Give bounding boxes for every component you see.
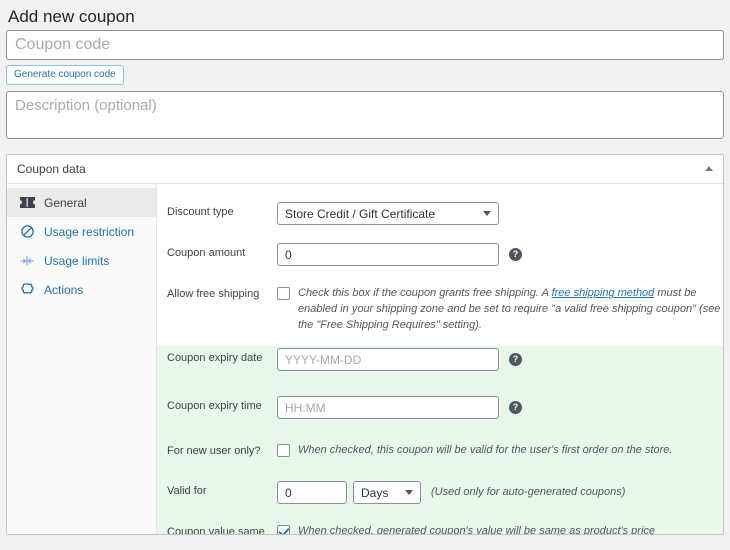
- coupon-code-input[interactable]: [6, 30, 724, 60]
- coupon-data-tabs: General Usage restriction Usage limits A…: [7, 184, 157, 534]
- coupon-expiry-date-label: Coupon expiry date: [167, 352, 263, 364]
- valid-for-hint: (Used only for auto-generated coupons): [431, 486, 626, 498]
- new-user-only-checkbox[interactable]: [277, 444, 290, 457]
- tab-usage-limits-label: Usage limits: [44, 253, 110, 268]
- coupon-expiry-date-help-icon[interactable]: ?: [509, 353, 522, 366]
- tab-usage-restriction-label: Usage restriction: [44, 224, 135, 239]
- value-same-as-price-description: When checked, generated coupon's value w…: [298, 525, 656, 534]
- new-user-only-description: When checked, this coupon will be valid …: [298, 444, 673, 456]
- coupon-expiry-time-help-icon[interactable]: ?: [509, 401, 522, 414]
- discount-type-label: Discount type: [167, 206, 234, 218]
- coupon-general-form: Discount type Store Credit / Gift Certif…: [157, 184, 723, 534]
- row-value-same-as-price: Coupon value same as product's price? Wh…: [157, 522, 723, 534]
- coupon-description-input[interactable]: [6, 91, 724, 139]
- free-shipping-method-link[interactable]: free shipping method: [552, 287, 655, 299]
- coupon-expiry-time-label: Coupon expiry time: [167, 400, 262, 412]
- allow-free-shipping-description: Check this box if the coupon grants free…: [298, 284, 723, 333]
- tab-general-label: General: [44, 195, 87, 210]
- row-discount-type: Discount type Store Credit / Gift Certif…: [157, 202, 723, 230]
- tab-actions[interactable]: Actions: [7, 275, 156, 304]
- coupon-data-panel-header: Coupon data: [7, 155, 723, 184]
- valid-for-unit-select[interactable]: Days: [353, 481, 421, 504]
- row-coupon-expiry-time: Coupon expiry time ?: [157, 396, 723, 424]
- new-user-only-label: For new user only?: [167, 445, 261, 457]
- tab-general[interactable]: General: [7, 188, 156, 217]
- coupon-header-fields: Generate coupon code: [0, 30, 730, 139]
- ticket-icon: [19, 195, 35, 211]
- coupon-amount-label: Coupon amount: [167, 247, 246, 259]
- chevron-up-icon[interactable]: [705, 166, 713, 171]
- coupon-amount-input[interactable]: [277, 243, 499, 266]
- panel-title: Coupon data: [17, 162, 86, 176]
- form-rows: Discount type Store Credit / Gift Certif…: [157, 202, 723, 534]
- row-valid-for: Valid for Days (Used only for auto-gener…: [157, 481, 723, 509]
- coupon-expiry-time-input[interactable]: [277, 396, 499, 419]
- generate-button-row: Generate coupon code: [6, 65, 724, 85]
- row-new-user-only: For new user only? When checked, this co…: [157, 441, 723, 469]
- value-same-as-price-checkbox[interactable]: [277, 525, 290, 534]
- coupon-amount-help-icon[interactable]: ?: [509, 248, 522, 261]
- gear-icon: [19, 282, 35, 298]
- generate-coupon-code-button[interactable]: Generate coupon code: [6, 65, 124, 85]
- row-coupon-expiry-date: Coupon expiry date ?: [157, 348, 723, 376]
- tab-usage-restriction[interactable]: Usage restriction: [7, 217, 156, 246]
- crosshair-icon: [19, 253, 35, 269]
- valid-for-label: Valid for: [167, 485, 207, 497]
- allow-free-shipping-label: Allow free shipping: [167, 288, 260, 300]
- free-shipping-desc-before: Check this box if the coupon grants free…: [298, 287, 552, 299]
- coupon-data-panel: Coupon data General Usage restriction Us…: [6, 154, 724, 535]
- no-entry-icon: [19, 224, 35, 240]
- row-allow-free-shipping: Allow free shipping Check this box if th…: [157, 284, 723, 333]
- tab-actions-label: Actions: [44, 282, 84, 297]
- page-title: Add new coupon: [8, 7, 135, 26]
- tab-usage-limits[interactable]: Usage limits: [7, 246, 156, 275]
- discount-type-select[interactable]: Store Credit / Gift Certificate: [277, 202, 499, 225]
- value-same-as-price-label: Coupon value same as product's price?: [167, 526, 265, 534]
- row-coupon-amount: Coupon amount ?: [157, 243, 723, 271]
- allow-free-shipping-checkbox[interactable]: [277, 287, 290, 300]
- valid-for-input[interactable]: [277, 481, 347, 504]
- coupon-expiry-date-input[interactable]: [277, 348, 499, 371]
- coupon-data-body: General Usage restriction Usage limits A…: [7, 184, 723, 534]
